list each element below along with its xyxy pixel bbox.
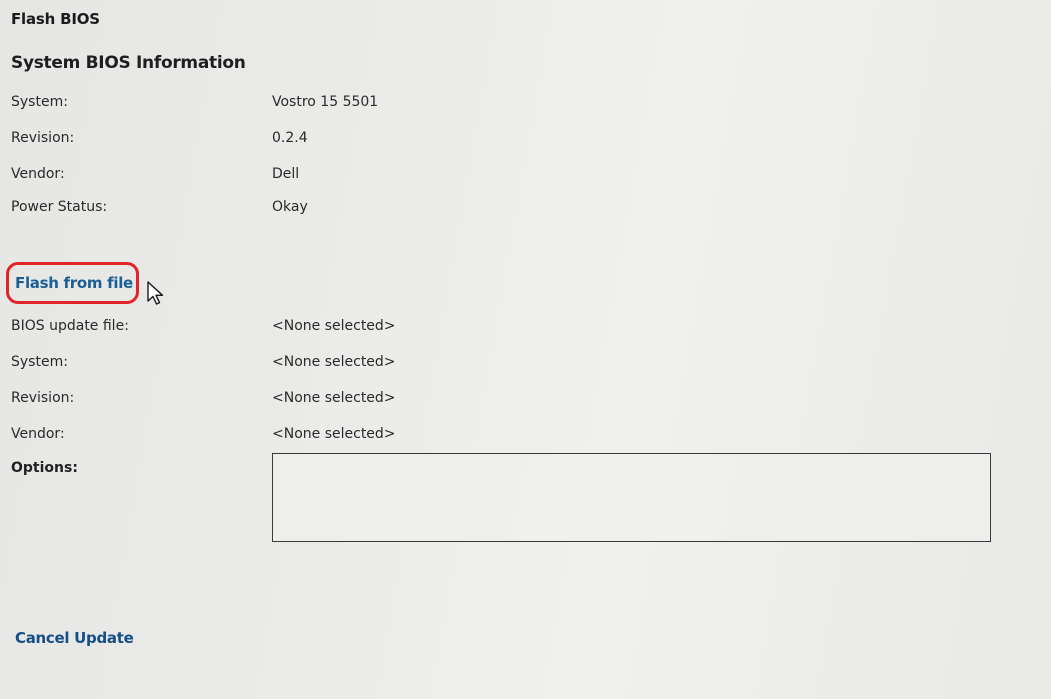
file-row-vendor: Vendor: <None selected> (0, 426, 1051, 448)
info-value: Dell (272, 166, 300, 182)
file-row-bios-update-file: BIOS update file: <None selected> (0, 318, 1051, 340)
mouse-pointer-icon (147, 281, 164, 305)
file-row-system: System: <None selected> (0, 354, 1051, 376)
file-value: <None selected> (272, 390, 396, 406)
flash-bios-screen: Flash BIOS System BIOS Information Syste… (0, 0, 1051, 699)
file-label: System: (11, 354, 68, 370)
info-value: Okay (272, 199, 308, 215)
file-row-revision: Revision: <None selected> (0, 390, 1051, 412)
info-row-vendor: Vendor: Dell (0, 166, 1051, 188)
info-value: 0.2.4 (272, 130, 308, 146)
info-value: Vostro 15 5501 (272, 94, 379, 110)
flash-from-file-label: Flash from file (15, 274, 133, 292)
info-label: Revision: (11, 130, 75, 146)
options-label: Options: (11, 460, 78, 476)
options-box[interactable] (272, 453, 991, 542)
info-label: System: (11, 94, 68, 110)
flash-from-file-link[interactable]: Flash from file (6, 262, 139, 304)
info-row-power-status: Power Status: Okay (0, 199, 1051, 221)
info-label: Power Status: (11, 199, 108, 215)
file-label: Revision: (11, 390, 75, 406)
page-title: Flash BIOS (11, 10, 100, 28)
file-value: <None selected> (272, 426, 396, 442)
system-bios-information-heading: System BIOS Information (11, 53, 246, 73)
cancel-update-link[interactable]: Cancel Update (15, 629, 134, 647)
file-value: <None selected> (272, 354, 396, 370)
file-label: Vendor: (11, 426, 65, 442)
file-label: BIOS update file: (11, 318, 129, 334)
file-value: <None selected> (272, 318, 396, 334)
info-row-revision: Revision: 0.2.4 (0, 130, 1051, 152)
info-label: Vendor: (11, 166, 65, 182)
info-row-system: System: Vostro 15 5501 (0, 94, 1051, 116)
